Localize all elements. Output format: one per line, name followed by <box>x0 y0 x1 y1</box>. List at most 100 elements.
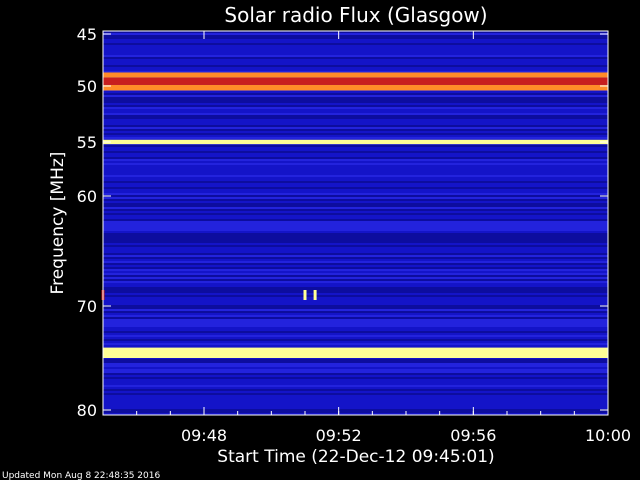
spectrogram-row <box>103 339 608 341</box>
spectrogram-row <box>103 133 608 135</box>
spectrogram-row <box>103 137 608 139</box>
emission-band <box>103 139 608 145</box>
spectrogram-row <box>103 319 608 321</box>
spectrogram-row <box>103 369 608 371</box>
spectrogram-row <box>103 227 608 229</box>
x-tick-label: 09:48 <box>181 426 227 445</box>
spectrogram-row <box>103 331 608 333</box>
spectrogram-row <box>103 105 608 107</box>
spectrogram-row <box>103 117 608 119</box>
spectrogram-row <box>103 145 608 147</box>
footer-updated-text: Updated Mon Aug 8 22:48:35 2016 <box>2 471 160 480</box>
spectrogram-row <box>103 363 608 365</box>
spectrogram-row <box>103 115 608 117</box>
spectrogram-row <box>103 411 608 413</box>
spectrogram-row <box>103 229 608 231</box>
spectrogram-row <box>103 221 608 223</box>
spectrogram-row <box>103 199 608 201</box>
spectrogram-row <box>103 269 608 271</box>
spectrogram-row <box>103 43 608 45</box>
spectrogram-row <box>103 163 608 165</box>
spectrogram-chart: 09:48 09:52 09:56 10:00 45 50 55 60 70 80 Solar r… <box>0 0 640 480</box>
spectrogram-row <box>103 335 608 337</box>
spectrogram-row <box>103 275 608 277</box>
y-tick-label: 50 <box>77 77 97 96</box>
spectrogram-row <box>103 235 608 237</box>
spectrogram-row <box>103 291 608 293</box>
spectrogram-row <box>103 159 608 161</box>
spectrogram-row <box>103 157 608 159</box>
spectrogram-row <box>103 361 608 363</box>
spectrogram-row <box>103 253 608 255</box>
spectrogram-row <box>103 343 608 345</box>
y-axis-label: Frequency [MHz] <box>48 152 68 295</box>
emission-band <box>103 77 608 85</box>
spectrogram-row <box>103 273 608 275</box>
x-tick-label: 09:52 <box>316 426 362 445</box>
y-tick-label: 80 <box>77 401 97 420</box>
spectrogram-row <box>103 213 608 215</box>
spectrogram-row <box>103 233 608 235</box>
spectrogram-row <box>103 151 608 153</box>
spectrogram-row <box>103 389 608 391</box>
spectrogram-row <box>103 125 608 127</box>
spectrogram-row <box>103 237 608 239</box>
spectrogram-row <box>103 127 608 129</box>
spectrogram-row <box>103 305 608 307</box>
x-axis-label: Start Time (22-Dec-12 09:45:01) <box>217 447 494 467</box>
spectrogram-row <box>103 207 608 209</box>
y-tick-label: 45 <box>77 25 97 44</box>
spectrogram-row <box>103 175 608 177</box>
spectrogram-row <box>103 223 608 225</box>
burst-mark <box>313 290 317 300</box>
spectrogram-row <box>103 57 608 59</box>
spectrogram-row <box>103 373 608 375</box>
spectrogram-row <box>103 33 608 35</box>
spectrogram-row <box>103 195 608 197</box>
y-tick-label: 55 <box>77 133 97 152</box>
y-tick-label: 70 <box>77 297 97 316</box>
spectrogram-row <box>103 225 608 227</box>
spectrogram-row <box>103 393 608 395</box>
spectrogram-row <box>103 55 608 57</box>
spectrogram-row <box>103 113 608 115</box>
chart-title: Solar radio Flux (Glasgow) <box>224 3 487 27</box>
spectrogram-row <box>103 311 608 313</box>
spectrogram-row <box>103 129 608 131</box>
spectrogram-row <box>103 385 608 387</box>
spectrogram-row <box>103 93 608 95</box>
spectrogram-row <box>103 245 608 247</box>
spectrogram-row <box>103 219 608 221</box>
spectrogram-row <box>103 95 608 97</box>
spectrogram-row <box>103 377 608 379</box>
emission-band <box>103 72 608 78</box>
spectrogram-row <box>103 371 608 373</box>
spectrogram-row <box>103 261 608 263</box>
spectrogram-row <box>103 205 608 207</box>
spectrogram-row <box>103 99 608 101</box>
spectrogram-row <box>103 277 608 279</box>
burst-mark <box>303 290 307 300</box>
y-tick-label: 60 <box>77 187 97 206</box>
spectrogram-row <box>103 323 608 325</box>
spectrogram-row <box>103 315 608 317</box>
x-tick-label: 09:56 <box>450 426 496 445</box>
emission-band <box>103 347 608 358</box>
spectrogram-row <box>103 257 608 259</box>
spectrogram-row <box>103 267 608 269</box>
emission-band <box>103 84 608 91</box>
spectrogram-row <box>103 181 608 183</box>
spectrogram-row <box>103 287 608 289</box>
spectrogram-row <box>103 309 608 311</box>
spectrogram-row <box>103 325 608 327</box>
spectrogram-row <box>103 263 608 265</box>
spectrogram-row <box>103 289 608 291</box>
spectrogram-row <box>103 97 608 99</box>
spectrogram-row <box>103 239 608 241</box>
spectrogram-row <box>103 65 608 67</box>
spectrogram-row <box>103 209 608 211</box>
spectrogram-row <box>103 107 608 109</box>
spectrogram-row <box>103 37 608 39</box>
spectrogram-row <box>103 321 608 323</box>
spectrogram-row <box>103 359 608 361</box>
